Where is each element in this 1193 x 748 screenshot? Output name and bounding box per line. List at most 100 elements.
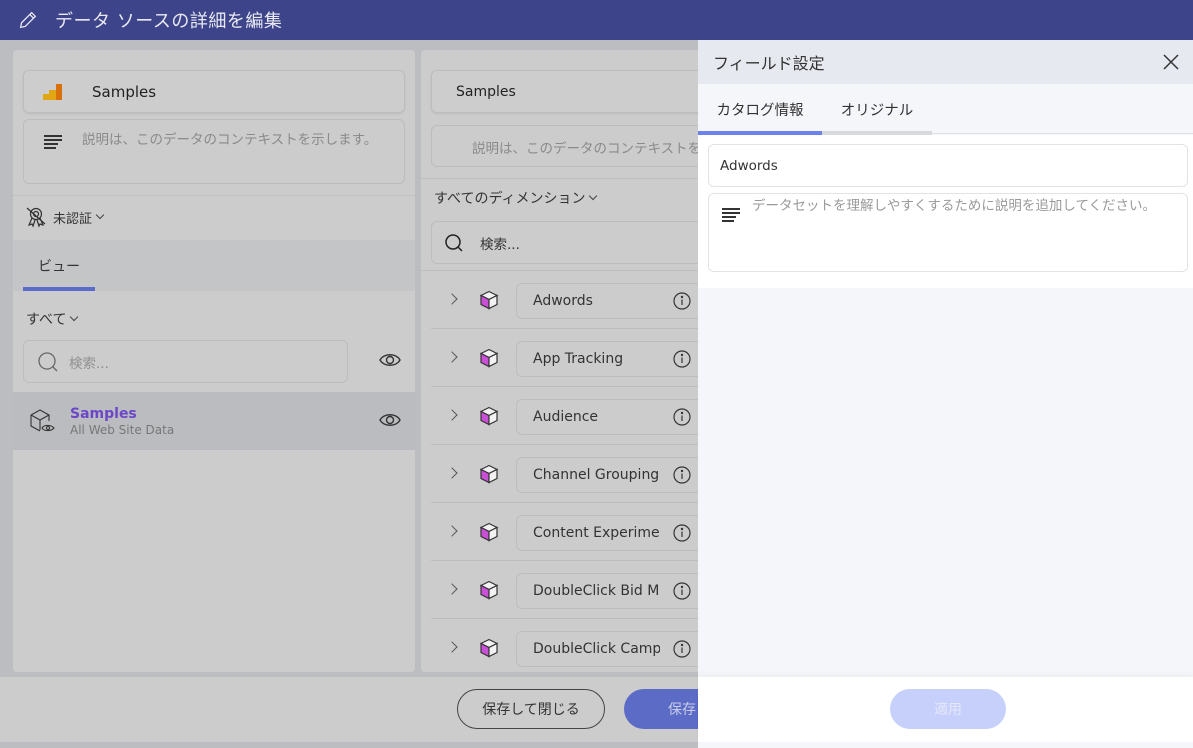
chevron-right-icon[interactable] bbox=[446, 525, 458, 537]
apply-button[interactable]: 適用 bbox=[890, 689, 1006, 729]
dimension-row[interactable]: DoubleClick Campaign Manager bbox=[431, 619, 698, 672]
dimension-row[interactable]: Content Experiments bbox=[431, 503, 698, 561]
datasource-description-field[interactable]: 説明は、このデータのコンテキストを示します。 bbox=[23, 119, 405, 184]
tab-original-label: オリジナル bbox=[840, 102, 914, 119]
tab-catalog-info[interactable]: カタログ情報 bbox=[698, 84, 822, 135]
tab-view[interactable]: ビュー bbox=[23, 240, 95, 291]
chevron-down-icon bbox=[70, 312, 79, 322]
dimension-row[interactable]: App Tracking bbox=[431, 329, 698, 387]
certification-dropdown[interactable]: 未認証 bbox=[25, 206, 105, 228]
info-icon[interactable] bbox=[673, 292, 691, 310]
description-placeholder: 説明は、このデータのコンテキストを示します。 bbox=[82, 132, 378, 148]
chevron-down-icon bbox=[589, 191, 598, 201]
info-icon[interactable] bbox=[673, 524, 691, 542]
info-icon[interactable] bbox=[673, 466, 691, 484]
eye-icon[interactable] bbox=[379, 352, 401, 368]
dimension-label: Content Experiments bbox=[533, 525, 660, 541]
save-and-close-button[interactable]: 保存して閉じる bbox=[457, 689, 605, 729]
google-analytics-icon bbox=[43, 82, 63, 102]
title-bar: データ ソースの詳細を編集 bbox=[0, 0, 1193, 40]
dimension-name-field[interactable]: DoubleClick Bid Manager bbox=[516, 573, 698, 609]
eye-icon[interactable] bbox=[379, 412, 401, 428]
info-icon[interactable] bbox=[673, 582, 691, 600]
dimensions-filter-dropdown[interactable]: すべてのディメンション bbox=[434, 188, 598, 208]
dimension-cube-icon bbox=[479, 580, 499, 600]
dimension-label: Audience bbox=[533, 409, 599, 425]
dimension-name-field[interactable]: Adwords bbox=[516, 283, 698, 319]
dimension-row[interactable]: Channel Grouping bbox=[431, 445, 698, 503]
dimension-name-field[interactable]: DoubleClick Campaign Manager bbox=[516, 631, 698, 667]
uncertified-icon bbox=[26, 207, 46, 228]
search-icon bbox=[38, 351, 58, 371]
info-icon[interactable] bbox=[673, 640, 691, 658]
window-title: データ ソースの詳細を編集 bbox=[55, 11, 283, 32]
view-name-value: Samples bbox=[456, 83, 516, 100]
footer-bar: 保存して閉じる 保存 bbox=[0, 677, 744, 742]
chevron-right-icon[interactable] bbox=[446, 293, 458, 305]
field-settings-title: フィールド設定 bbox=[713, 54, 825, 73]
view-filter-dropdown[interactable]: すべて bbox=[26, 309, 79, 329]
tab-original[interactable]: オリジナル bbox=[822, 84, 932, 135]
datasource-name-value: Samples bbox=[92, 82, 157, 101]
dimension-name-field[interactable]: Channel Grouping bbox=[516, 457, 698, 493]
dimension-name-field[interactable]: Content Experiments bbox=[516, 515, 698, 551]
chevron-right-icon[interactable] bbox=[446, 351, 458, 363]
dimension-label: App Tracking bbox=[533, 351, 624, 367]
field-settings-panel: フィールド設定 カタログ情報 オリジナル Adwords データセットを理解しや… bbox=[698, 40, 1193, 748]
dimension-label: Adwords bbox=[533, 293, 593, 309]
view-item-subtitle: All Web Site Data bbox=[70, 422, 175, 437]
dimensions-search-input[interactable]: 検索... bbox=[431, 221, 698, 264]
info-icon[interactable] bbox=[673, 408, 691, 426]
description-placeholder: 説明は、このデータのコンテキストを示します。 bbox=[472, 141, 698, 157]
dimension-label: DoubleClick Bid Manager bbox=[533, 583, 660, 599]
dimension-cube-icon bbox=[479, 348, 499, 368]
dimension-cube-icon bbox=[479, 638, 499, 658]
view-filter-label: すべて bbox=[26, 312, 67, 328]
datasource-name-field[interactable]: Samples bbox=[23, 70, 405, 113]
dimensions-filter-label: すべてのディメンション bbox=[434, 191, 586, 207]
view-description-field[interactable]: 説明は、このデータのコンテキストを示します。 bbox=[431, 125, 698, 167]
field-description-input[interactable]: データセットを理解しやすくするために説明を追加してください。 bbox=[708, 193, 1188, 272]
datasource-panel: Samples 説明は、このデータのコンテキストを示します。 未認証 ビュー す… bbox=[13, 50, 415, 672]
pencil-icon bbox=[19, 11, 37, 29]
chevron-right-icon[interactable] bbox=[446, 583, 458, 595]
dimension-row[interactable]: Audience bbox=[431, 387, 698, 445]
dimension-label: DoubleClick Campaign Manager bbox=[533, 641, 660, 657]
dimension-cube-icon bbox=[479, 522, 499, 542]
info-icon[interactable] bbox=[673, 350, 691, 368]
dimensions-panel: Samples 説明は、このデータのコンテキストを示します。 すべてのディメンシ… bbox=[421, 50, 698, 672]
text-lines-icon bbox=[722, 208, 740, 222]
certification-label: 未認証 bbox=[53, 211, 93, 227]
catalog-info-form: Adwords データセットを理解しやすくするために説明を追加してください。 bbox=[698, 135, 1193, 288]
dimension-cube-icon bbox=[479, 290, 499, 310]
search-placeholder: 検索... bbox=[69, 355, 109, 372]
tab-catalog-info-label: カタログ情報 bbox=[716, 102, 804, 119]
view-item-title: Samples bbox=[70, 405, 137, 422]
dimension-name-field[interactable]: App Tracking bbox=[516, 341, 698, 377]
dimension-cube-icon bbox=[479, 406, 499, 426]
chevron-right-icon[interactable] bbox=[446, 467, 458, 479]
view-name-field[interactable]: Samples bbox=[431, 70, 698, 113]
dimension-name-field[interactable]: Audience bbox=[516, 399, 698, 435]
chevron-right-icon[interactable] bbox=[446, 409, 458, 421]
view-search-input[interactable]: 検索... bbox=[23, 340, 348, 383]
search-placeholder: 検索... bbox=[480, 236, 520, 253]
divider bbox=[13, 195, 415, 196]
field-name-value: Adwords bbox=[720, 157, 778, 174]
close-icon[interactable] bbox=[1163, 54, 1179, 70]
tab-view-label: ビュー bbox=[38, 258, 80, 275]
field-name-input[interactable]: Adwords bbox=[708, 144, 1188, 187]
cube-view-icon bbox=[30, 409, 55, 432]
view-tabs: ビュー bbox=[13, 240, 415, 291]
field-description-placeholder: データセットを理解しやすくするために説明を追加してください。 bbox=[752, 198, 1157, 214]
dimension-cube-icon bbox=[479, 464, 499, 484]
dimension-row[interactable]: DoubleClick Bid Manager bbox=[431, 561, 698, 619]
divider bbox=[421, 178, 698, 179]
dimension-label: Channel Grouping bbox=[533, 467, 660, 483]
text-lines-icon bbox=[44, 135, 62, 149]
active-tab-indicator bbox=[23, 287, 95, 291]
view-list-item[interactable]: Samples All Web Site Data bbox=[13, 392, 415, 450]
dimension-row[interactable]: Adwords bbox=[431, 271, 698, 329]
field-settings-footer: 適用 bbox=[698, 677, 1193, 742]
chevron-right-icon[interactable] bbox=[446, 641, 458, 653]
